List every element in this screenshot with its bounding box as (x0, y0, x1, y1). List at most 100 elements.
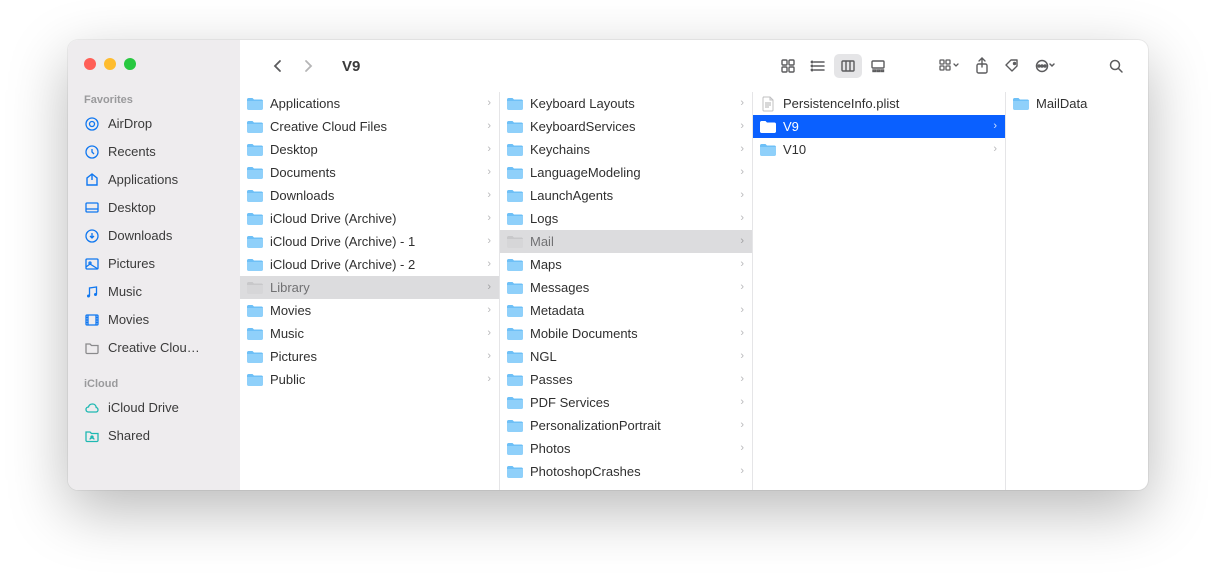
sidebar-item-movies[interactable]: Movies (68, 306, 240, 334)
folder-icon (84, 340, 100, 356)
item-label: V10 (783, 141, 987, 158)
back-button[interactable] (264, 54, 292, 78)
icon-view-button[interactable] (774, 54, 802, 78)
chevron-right-icon: › (487, 95, 491, 112)
item-label: Mail (530, 233, 734, 250)
folder-icon (246, 165, 264, 181)
folder-row[interactable]: MailData (1006, 92, 1148, 115)
folder-row[interactable]: iCloud Drive (Archive) - 2› (240, 253, 499, 276)
folder-row[interactable]: LaunchAgents› (500, 184, 752, 207)
chevron-right-icon: › (993, 141, 997, 158)
chevron-right-icon: › (740, 233, 744, 250)
folder-icon (506, 464, 524, 480)
sidebar: Favorites AirDrop Recents Applications D… (68, 40, 240, 490)
folder-row[interactable]: Downloads› (240, 184, 499, 207)
item-label: Public (270, 371, 481, 388)
item-label: Music (270, 325, 481, 342)
sidebar-item-pictures[interactable]: Pictures (68, 250, 240, 278)
folder-row[interactable]: Metadata› (500, 299, 752, 322)
shared-folder-icon (84, 428, 100, 444)
sidebar-item-creative-cloud[interactable]: Creative Clou… (68, 334, 240, 362)
zoom-window-button[interactable] (124, 58, 136, 70)
sidebar-item-icloud[interactable]: iCloud Drive (68, 394, 240, 422)
sidebar-item-shared[interactable]: Shared (68, 422, 240, 450)
column-view-button[interactable] (834, 54, 862, 78)
folder-row[interactable]: Applications › (240, 92, 499, 115)
folder-row[interactable]: Library› (240, 276, 499, 299)
folder-row[interactable]: Desktop› (240, 138, 499, 161)
folder-row[interactable]: Movies› (240, 299, 499, 322)
sidebar-item-downloads[interactable]: Downloads (68, 222, 240, 250)
close-window-button[interactable] (84, 58, 96, 70)
desktop-icon (84, 200, 100, 216)
folder-row[interactable]: Documents› (240, 161, 499, 184)
sidebar-item-recents[interactable]: Recents (68, 138, 240, 166)
item-label: Keychains (530, 141, 734, 158)
folder-row[interactable]: iCloud Drive (Archive) - 1› (240, 230, 499, 253)
folder-row[interactable]: KeyboardServices› (500, 115, 752, 138)
chevron-right-icon: › (487, 164, 491, 181)
share-button[interactable] (968, 54, 996, 78)
folder-row[interactable]: PDF Services› (500, 391, 752, 414)
action-button[interactable] (1028, 54, 1062, 78)
gallery-view-button[interactable] (864, 54, 892, 78)
item-label: KeyboardServices (530, 118, 734, 135)
chevron-right-icon: › (487, 210, 491, 227)
folder-row[interactable]: Music› (240, 322, 499, 345)
list-view-button[interactable] (804, 54, 832, 78)
forward-button[interactable] (294, 54, 322, 78)
folder-icon (506, 211, 524, 227)
folder-row[interactable]: Creative Cloud Files› (240, 115, 499, 138)
folder-row[interactable]: NGL› (500, 345, 752, 368)
column-2[interactable]: Keyboard Layouts›KeyboardServices›Keycha… (500, 92, 753, 490)
chevron-right-icon: › (740, 95, 744, 112)
sidebar-item-applications[interactable]: Applications (68, 166, 240, 194)
folder-row[interactable]: Keyboard Layouts› (500, 92, 752, 115)
folder-icon (506, 280, 524, 296)
folder-row[interactable]: Public› (240, 368, 499, 391)
chevron-right-icon: › (487, 187, 491, 204)
folder-row[interactable]: Pictures› (240, 345, 499, 368)
column-1[interactable]: Applications › Creative Cloud Files›Deskto… (240, 92, 500, 490)
folder-row[interactable]: Mobile Documents› (500, 322, 752, 345)
item-label: LaunchAgents (530, 187, 734, 204)
column-3[interactable]: PersistenceInfo.plistV9› V10 › (753, 92, 1006, 490)
sidebar-item-music[interactable]: Music (68, 278, 240, 306)
chevron-right-icon: › (740, 463, 744, 480)
folder-row[interactable]: PersonalizationPortrait› (500, 414, 752, 437)
column-4[interactable]: MailData (1006, 92, 1148, 490)
item-label: Applications (270, 95, 481, 112)
search-button[interactable] (1102, 54, 1130, 78)
chevron-right-icon: › (740, 417, 744, 434)
item-label: Library (270, 279, 481, 296)
folder-row[interactable]: iCloud Drive (Archive)› (240, 207, 499, 230)
item-label: iCloud Drive (Archive) - 2 (270, 256, 481, 273)
folder-row[interactable]: Mail › (500, 230, 752, 253)
folder-row[interactable]: V9› (753, 115, 1005, 138)
chevron-right-icon: › (740, 325, 744, 342)
folder-row[interactable]: PhotoshopCrashes› (500, 460, 752, 483)
folder-icon (506, 142, 524, 158)
item-label: Photos (530, 440, 734, 457)
minimize-window-button[interactable] (104, 58, 116, 70)
folder-row[interactable]: Passes› (500, 368, 752, 391)
chevron-right-icon: › (740, 440, 744, 457)
file-row[interactable]: PersistenceInfo.plist (753, 92, 1005, 115)
folder-row[interactable]: LanguageModeling› (500, 161, 752, 184)
item-label: Passes (530, 371, 734, 388)
folder-row[interactable]: V10 › (753, 138, 1005, 161)
folder-icon (246, 211, 264, 227)
sidebar-item-airdrop[interactable]: AirDrop (68, 110, 240, 138)
folder-icon (246, 234, 264, 250)
folder-row[interactable]: Messages› (500, 276, 752, 299)
folder-row[interactable]: Keychains› (500, 138, 752, 161)
tags-button[interactable] (998, 54, 1026, 78)
folder-row[interactable]: Logs› (500, 207, 752, 230)
finder-window: Favorites AirDrop Recents Applications D… (68, 40, 1148, 490)
folder-row[interactable]: Photos › (500, 437, 752, 460)
group-by-button[interactable] (932, 54, 966, 78)
sidebar-item-desktop[interactable]: Desktop (68, 194, 240, 222)
item-label: PDF Services (530, 394, 734, 411)
folder-row[interactable]: Maps› (500, 253, 752, 276)
folder-icon (506, 303, 524, 319)
